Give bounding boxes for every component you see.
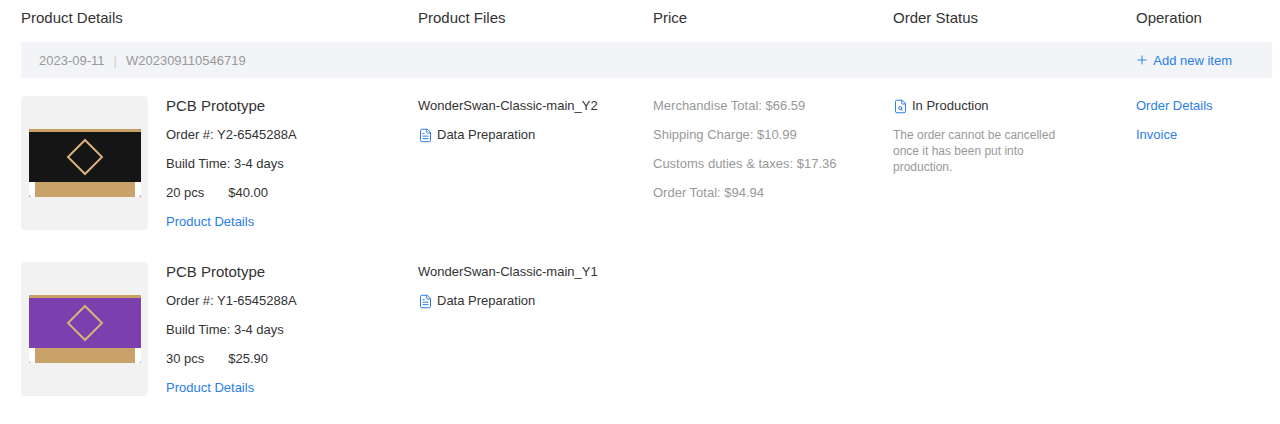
item-row: PCB Prototype Order #: Y1-6545288A Build T… [21,262,653,398]
column-header: Order Status [893,8,1136,42]
file-name: WonderSwan-Classic-main_Y1 [418,262,653,282]
product-info: PCB Prototype Order #: Y2-6545288A Build T… [166,96,297,232]
product-image [21,262,148,396]
file-icon [418,128,433,143]
product-details-link[interactable]: Product Details [166,212,297,232]
column-header: Product Details [21,8,418,42]
file-name: WonderSwan-Classic-main_Y2 [418,96,653,116]
price-line: Merchandise Total: $66.59 [653,96,893,116]
product-files: WonderSwan-Classic-main_Y2 Data Preparati… [418,96,653,232]
order-number: W202309110546719 [126,53,246,68]
pcb-board [29,129,141,197]
product-info: PCB Prototype Order #: Y1-6545288A Build T… [166,262,297,398]
pcb-board [29,295,141,363]
order-body: PCB Prototype Order #: Y2-6545288A Build T… [21,78,1272,398]
edge-connector [29,348,141,363]
order-number: Order #: Y1-6545288A [166,291,297,311]
quantity-price: 30 pcs$25.90 [166,349,297,369]
orders-page: Product DetailsProduct FilesPriceOrder S… [0,0,1280,398]
item-row: PCB Prototype Order #: Y2-6545288A Build T… [21,96,653,232]
table-header: Product DetailsProduct FilesPriceOrder S… [21,0,1272,42]
file-status: Data Preparation [418,125,653,145]
operations: Order Details Invoice [1136,96,1272,398]
status-label: In Production [893,96,1136,116]
plus-icon [1135,53,1149,67]
order-bar: 2023-09-11 | W202309110546719 Add new item [21,42,1272,78]
file-status: Data Preparation [418,291,653,311]
add-item-link[interactable]: Add new item [1135,53,1232,68]
price-summary: Merchandise Total: $66.59 Shipping Charge… [653,96,893,398]
production-icon [893,99,908,114]
product-files: WonderSwan-Classic-main_Y1 Data Preparati… [418,262,653,398]
chip [66,305,103,342]
file-icon [418,294,433,309]
item-list: PCB Prototype Order #: Y2-6545288A Build T… [21,96,653,398]
chip [66,139,103,176]
order-info: 2023-09-11 | W202309110546719 [39,53,246,68]
order-status: In Production The order cannot be cancell… [893,96,1136,398]
price-line: Customs duties & taxes: $17.36 [653,154,893,174]
product-details: PCB Prototype Order #: Y1-6545288A Build T… [21,262,418,398]
product-details: PCB Prototype Order #: Y2-6545288A Build T… [21,96,418,232]
product-image [21,96,148,230]
operation-link[interactable]: Order Details [1136,96,1213,116]
price-line: Order Total: $94.94 [653,183,893,203]
build-time: Build Time: 3-4 days [166,154,297,174]
column-header: Price [653,8,893,42]
build-time: Build Time: 3-4 days [166,320,297,340]
product-title: PCB Prototype [166,262,297,282]
product-details-link[interactable]: Product Details [166,378,297,398]
product-title: PCB Prototype [166,96,297,116]
separator: | [114,53,117,68]
operation-link[interactable]: Invoice [1136,125,1177,145]
column-header: Operation [1136,8,1272,42]
order-number: Order #: Y2-6545288A [166,125,297,145]
edge-connector [29,182,141,197]
price-line: Shipping Charge: $10.99 [653,125,893,145]
order-date: 2023-09-11 [39,53,105,68]
status-note: The order cannot be cancelled once it ha… [893,127,1078,175]
column-header: Product Files [418,8,653,42]
quantity-price: 20 pcs$40.00 [166,183,297,203]
